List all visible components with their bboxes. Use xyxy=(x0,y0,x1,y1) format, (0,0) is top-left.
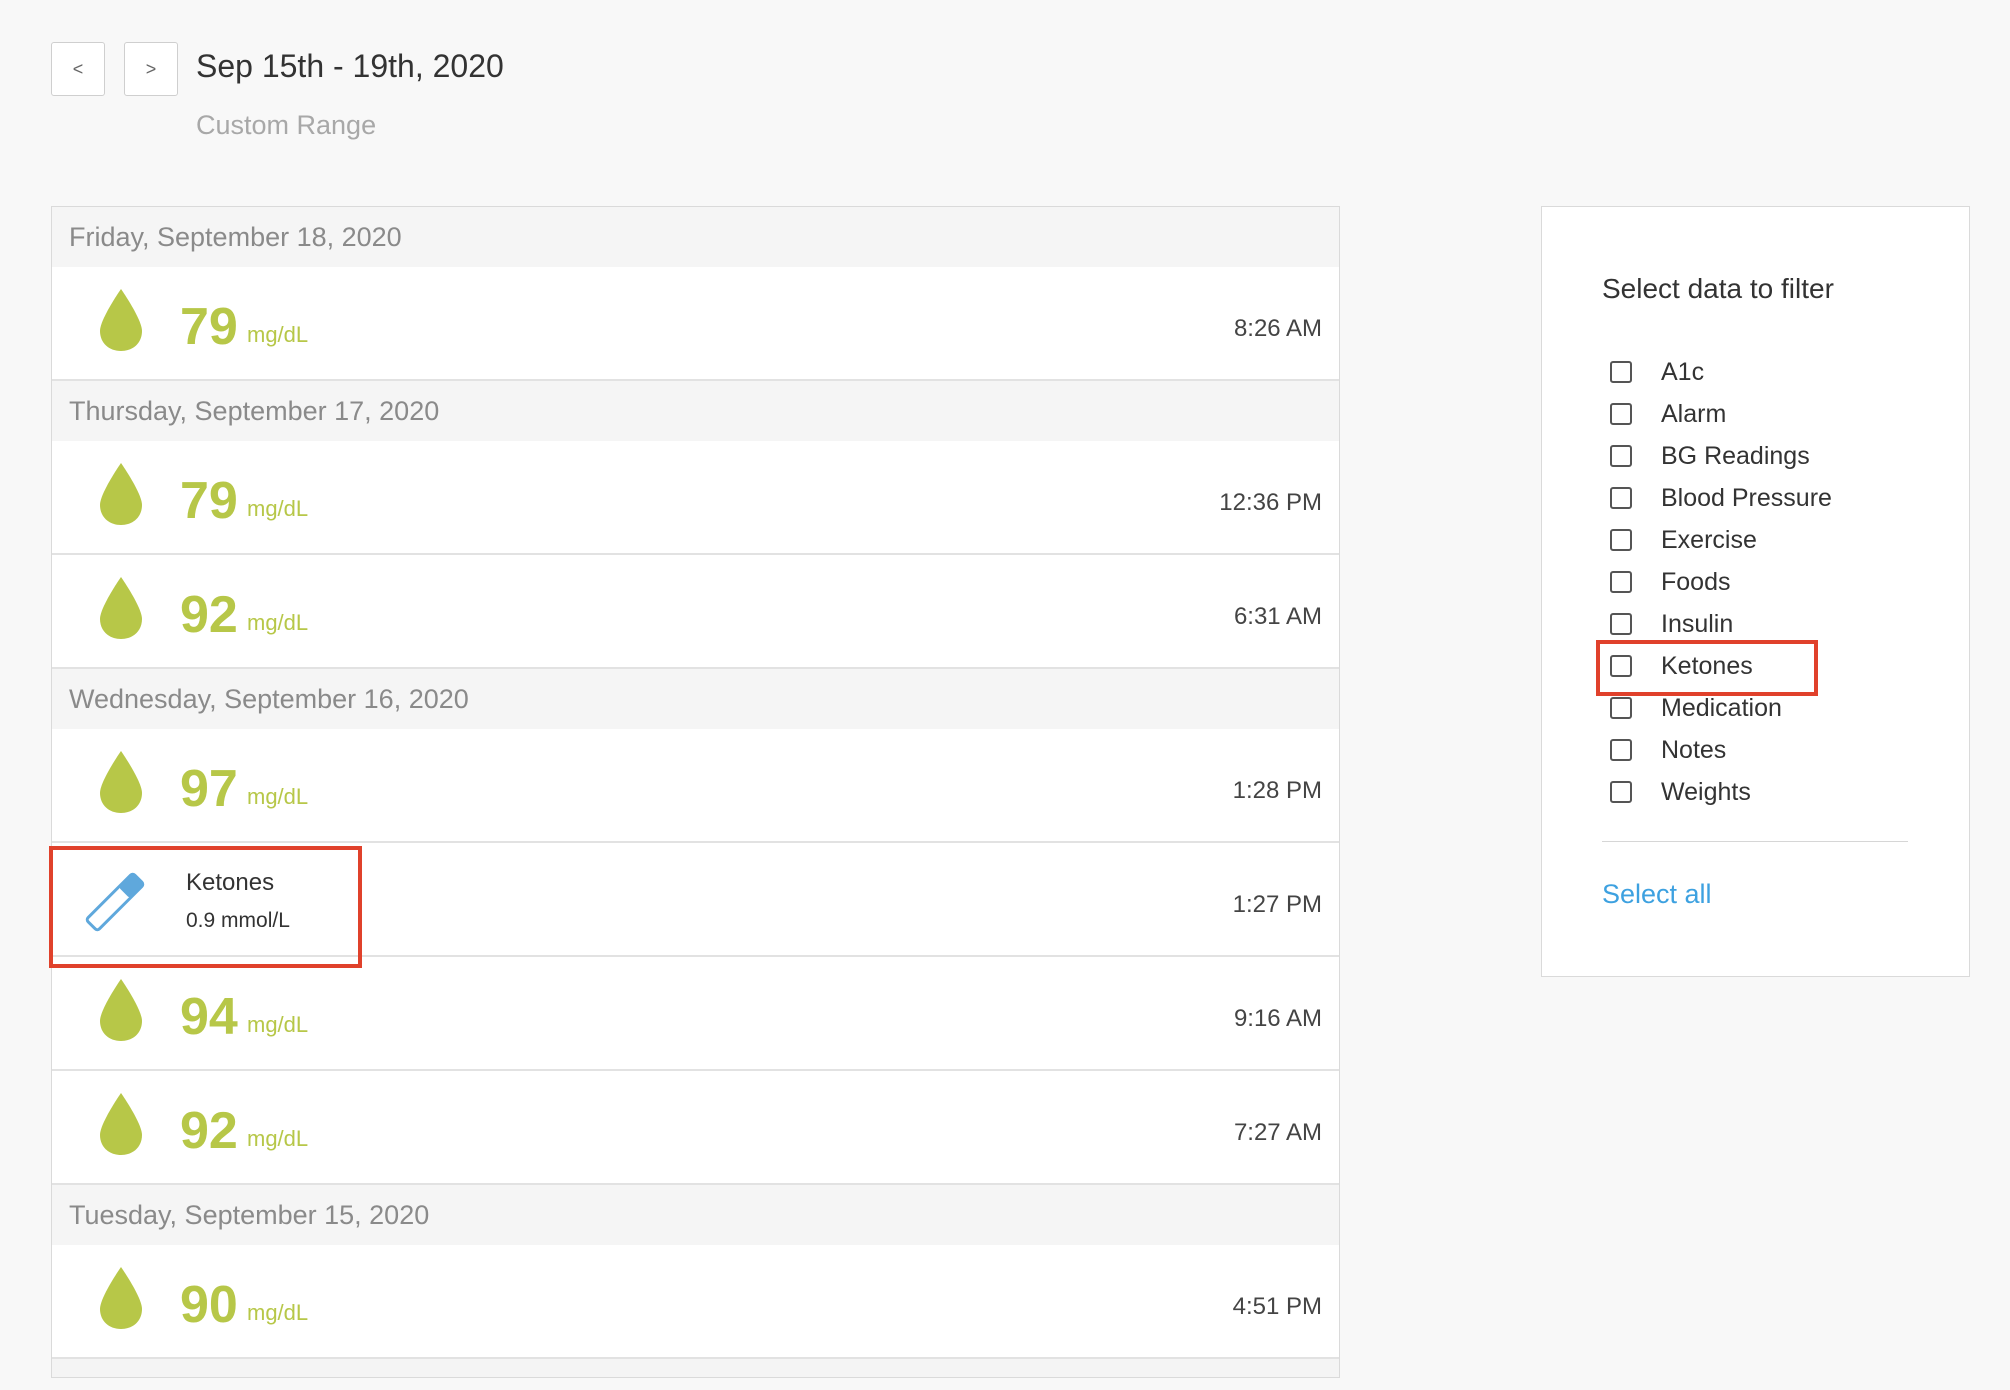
day-header: Wednesday, September 16, 2020 xyxy=(52,669,1339,729)
drop-icon xyxy=(96,1263,146,1333)
filter-label: Exercise xyxy=(1661,525,1757,554)
filter-label: Foods xyxy=(1661,567,1731,596)
filter-options: A1c Alarm BG Readings Blood Pressure Exercis… xyxy=(1610,351,1930,813)
chevron-right-icon: > xyxy=(145,58,157,79)
bg-value: 92 xyxy=(180,1102,238,1160)
filter-divider xyxy=(1602,841,1908,842)
checkbox[interactable] xyxy=(1610,781,1632,803)
bg-reading-entry[interactable]: 90 mg/dL 4:51 PM xyxy=(52,1245,1339,1359)
bg-value: 92 xyxy=(180,586,238,644)
filter-label: Notes xyxy=(1661,735,1727,764)
day-header: Tuesday, September 15, 2020 xyxy=(52,1185,1339,1245)
date-range-title: Sep 15th - 19th, 2020 xyxy=(196,48,504,84)
bg-unit: mg/dL xyxy=(247,496,309,521)
entry-time: 7:27 AM xyxy=(1233,1119,1322,1146)
filter-label: Blood Pressure xyxy=(1661,483,1832,512)
filter-option-a1c[interactable]: A1c xyxy=(1610,351,1930,393)
date-range-subtitle: Custom Range xyxy=(196,110,377,140)
checkbox[interactable] xyxy=(1610,403,1632,425)
filter-label: Medication xyxy=(1661,693,1782,722)
bg-unit: mg/dL xyxy=(247,1300,309,1325)
day-header: Friday, September 18, 2020 xyxy=(52,207,1339,267)
chevron-left-icon: < xyxy=(72,58,84,79)
bg-reading-entry[interactable]: 79 mg/dL 12:36 PM xyxy=(52,441,1339,555)
bg-value: 79 xyxy=(180,298,238,356)
bg-reading-entry[interactable]: 92 mg/dL 6:31 AM xyxy=(52,555,1339,669)
filter-title: Select data to filter xyxy=(1602,273,1834,304)
ketone-title: Ketones xyxy=(186,869,275,896)
filter-label: Alarm xyxy=(1661,399,1727,428)
filter-option-exercise[interactable]: Exercise xyxy=(1610,519,1930,561)
drop-icon xyxy=(96,975,146,1045)
previous-range-button[interactable]: < xyxy=(51,42,105,96)
drop-icon xyxy=(96,285,146,355)
ketone-entry[interactable]: Ketones 0.9 mmol/L 1:27 PM xyxy=(52,843,1339,957)
drop-icon xyxy=(96,747,146,817)
bg-unit: mg/dL xyxy=(247,784,309,809)
checkbox[interactable] xyxy=(1610,655,1632,677)
filter-option-alarm[interactable]: Alarm xyxy=(1610,393,1930,435)
bg-unit: mg/dL xyxy=(247,1012,309,1037)
filter-option-ketones[interactable]: Ketones xyxy=(1610,645,1930,687)
select-all-link[interactable]: Select all xyxy=(1602,879,1712,910)
entry-time: 6:31 AM xyxy=(1233,603,1322,630)
checkbox[interactable] xyxy=(1610,487,1632,509)
bg-value: 94 xyxy=(180,988,238,1046)
test-strip-icon xyxy=(80,867,150,937)
bg-value: 79 xyxy=(180,472,238,530)
filter-option-bg-readings[interactable]: BG Readings xyxy=(1610,435,1930,477)
filter-panel: Select data to filter A1c Alarm BG Reading… xyxy=(1541,206,1970,977)
bg-reading-entry[interactable]: 92 mg/dL 7:27 AM xyxy=(52,1071,1339,1185)
next-range-button[interactable]: > xyxy=(124,42,178,96)
checkbox[interactable] xyxy=(1610,445,1632,467)
bg-unit: mg/dL xyxy=(247,1126,309,1151)
entry-time: 9:16 AM xyxy=(1233,1005,1322,1032)
bg-value: 90 xyxy=(180,1276,238,1334)
drop-icon xyxy=(96,573,146,643)
filter-option-medication[interactable]: Medication xyxy=(1610,687,1930,729)
entry-time: 8:26 AM xyxy=(1233,315,1322,342)
checkbox[interactable] xyxy=(1610,613,1632,635)
filter-option-weights[interactable]: Weights xyxy=(1610,771,1930,813)
entry-time: 1:28 PM xyxy=(1232,777,1322,804)
filter-option-insulin[interactable]: Insulin xyxy=(1610,603,1930,645)
filter-option-foods[interactable]: Foods xyxy=(1610,561,1930,603)
drop-icon xyxy=(96,1089,146,1159)
filter-option-blood-pressure[interactable]: Blood Pressure xyxy=(1610,477,1930,519)
checkbox[interactable] xyxy=(1610,361,1632,383)
drop-icon xyxy=(96,459,146,529)
bg-value: 97 xyxy=(180,760,238,818)
filter-label: Ketones xyxy=(1661,651,1753,680)
checkbox[interactable] xyxy=(1610,739,1632,761)
checkbox[interactable] xyxy=(1610,571,1632,593)
filter-label: BG Readings xyxy=(1661,441,1810,470)
ketone-value: 0.9 mmol/L xyxy=(186,909,290,932)
filter-label: Insulin xyxy=(1661,609,1734,638)
entry-time: 1:27 PM xyxy=(1232,891,1322,918)
entry-time: 12:36 PM xyxy=(1219,489,1322,516)
filter-option-notes[interactable]: Notes xyxy=(1610,729,1930,771)
entry-time: 4:51 PM xyxy=(1232,1293,1322,1320)
checkbox[interactable] xyxy=(1610,529,1632,551)
day-header: Thursday, September 17, 2020 xyxy=(52,381,1339,441)
bg-reading-entry[interactable]: 97 mg/dL 1:28 PM xyxy=(52,729,1339,843)
bg-unit: mg/dL xyxy=(247,322,309,347)
filter-label: Weights xyxy=(1661,777,1751,806)
logbook-list: Friday, September 18, 2020 79 mg/dL 8:26 AM… xyxy=(51,206,1340,1378)
checkbox[interactable] xyxy=(1610,697,1632,719)
bg-unit: mg/dL xyxy=(247,610,309,635)
bg-reading-entry[interactable]: 94 mg/dL 9:16 AM xyxy=(52,957,1339,1071)
filter-label: A1c xyxy=(1661,357,1705,386)
bg-reading-entry[interactable]: 79 mg/dL 8:26 AM xyxy=(52,267,1339,381)
